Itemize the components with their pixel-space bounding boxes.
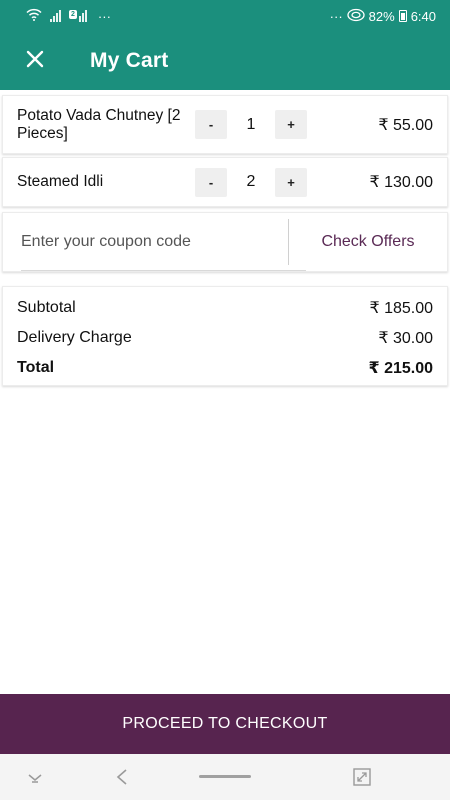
quantity-stepper: - 1 + [195, 110, 307, 139]
increase-quantity-button[interactable]: + [275, 167, 307, 197]
quantity-stepper: - 2 + [195, 167, 307, 197]
cart-item: Steamed Idli - 2 + ₹ 130.00 [2, 157, 448, 207]
signal-1-icon [50, 10, 61, 22]
item-name: Potato Vada Chutney [2 Pieces] [17, 106, 181, 142]
battery-icon [398, 10, 407, 22]
proceed-to-checkout-button[interactable]: PROCEED TO CHECKOUT [0, 694, 450, 754]
more-notifications-icon: ··· [97, 8, 111, 24]
page-title: My Cart [90, 49, 169, 72]
status-left: 2 ··· [26, 8, 111, 24]
decrease-quantity-button[interactable]: - [195, 167, 227, 197]
delivery-charge-row: Delivery Charge ₹ 30.00 [3, 323, 447, 353]
quantity-value: 1 [246, 115, 256, 133]
order-summary: Subtotal ₹ 185.00 Delivery Charge ₹ 30.0… [2, 286, 448, 386]
battery-percent: 82% [368, 8, 395, 24]
increase-quantity-button[interactable]: + [275, 110, 307, 139]
status-right: ··· 82% 6:40 [330, 8, 436, 25]
clock: 6:40 [410, 8, 436, 24]
wifi-icon [26, 8, 42, 24]
subtotal-row: Subtotal ₹ 185.00 [3, 293, 447, 323]
close-icon [26, 50, 44, 73]
item-price: ₹ 130.00 [369, 174, 433, 191]
quantity-value: 2 [246, 173, 256, 190]
home-icon[interactable] [198, 772, 252, 782]
sim-badge: 2 [69, 10, 77, 19]
total-label: Total [17, 359, 55, 376]
recent-apps-icon[interactable] [350, 765, 374, 789]
status-bar: 2 ··· ··· 82% 6:40 [0, 0, 450, 32]
decrease-quantity-button[interactable]: - [195, 110, 227, 139]
delivery-charge-label: Delivery Charge [17, 329, 132, 346]
item-price: ₹ 55.00 [378, 116, 433, 134]
more-status-icon: ··· [329, 8, 343, 24]
check-offers-button[interactable]: Check Offers [289, 213, 447, 271]
hide-keyboard-icon[interactable] [22, 766, 48, 788]
app-bar: My Cart [0, 32, 450, 90]
data-saver-icon [347, 8, 365, 25]
cart-item: Potato Vada Chutney [2 Pieces] - 1 + ₹ 5… [2, 95, 448, 154]
item-name: Steamed Idli [17, 173, 104, 190]
coupon-code-input[interactable] [21, 213, 306, 271]
total-row: Total ₹ 215.00 [3, 353, 447, 383]
back-icon[interactable] [110, 765, 134, 789]
delivery-charge-value: ₹ 30.00 [378, 330, 433, 347]
subtotal-label: Subtotal [17, 299, 76, 316]
close-button[interactable] [0, 32, 70, 90]
total-value: ₹ 215.00 [368, 360, 433, 377]
signal-2-icon: 2 [69, 10, 90, 22]
coupon-section: Check Offers [2, 212, 448, 272]
system-nav-bar [0, 754, 450, 800]
subtotal-value: ₹ 185.00 [369, 300, 433, 317]
